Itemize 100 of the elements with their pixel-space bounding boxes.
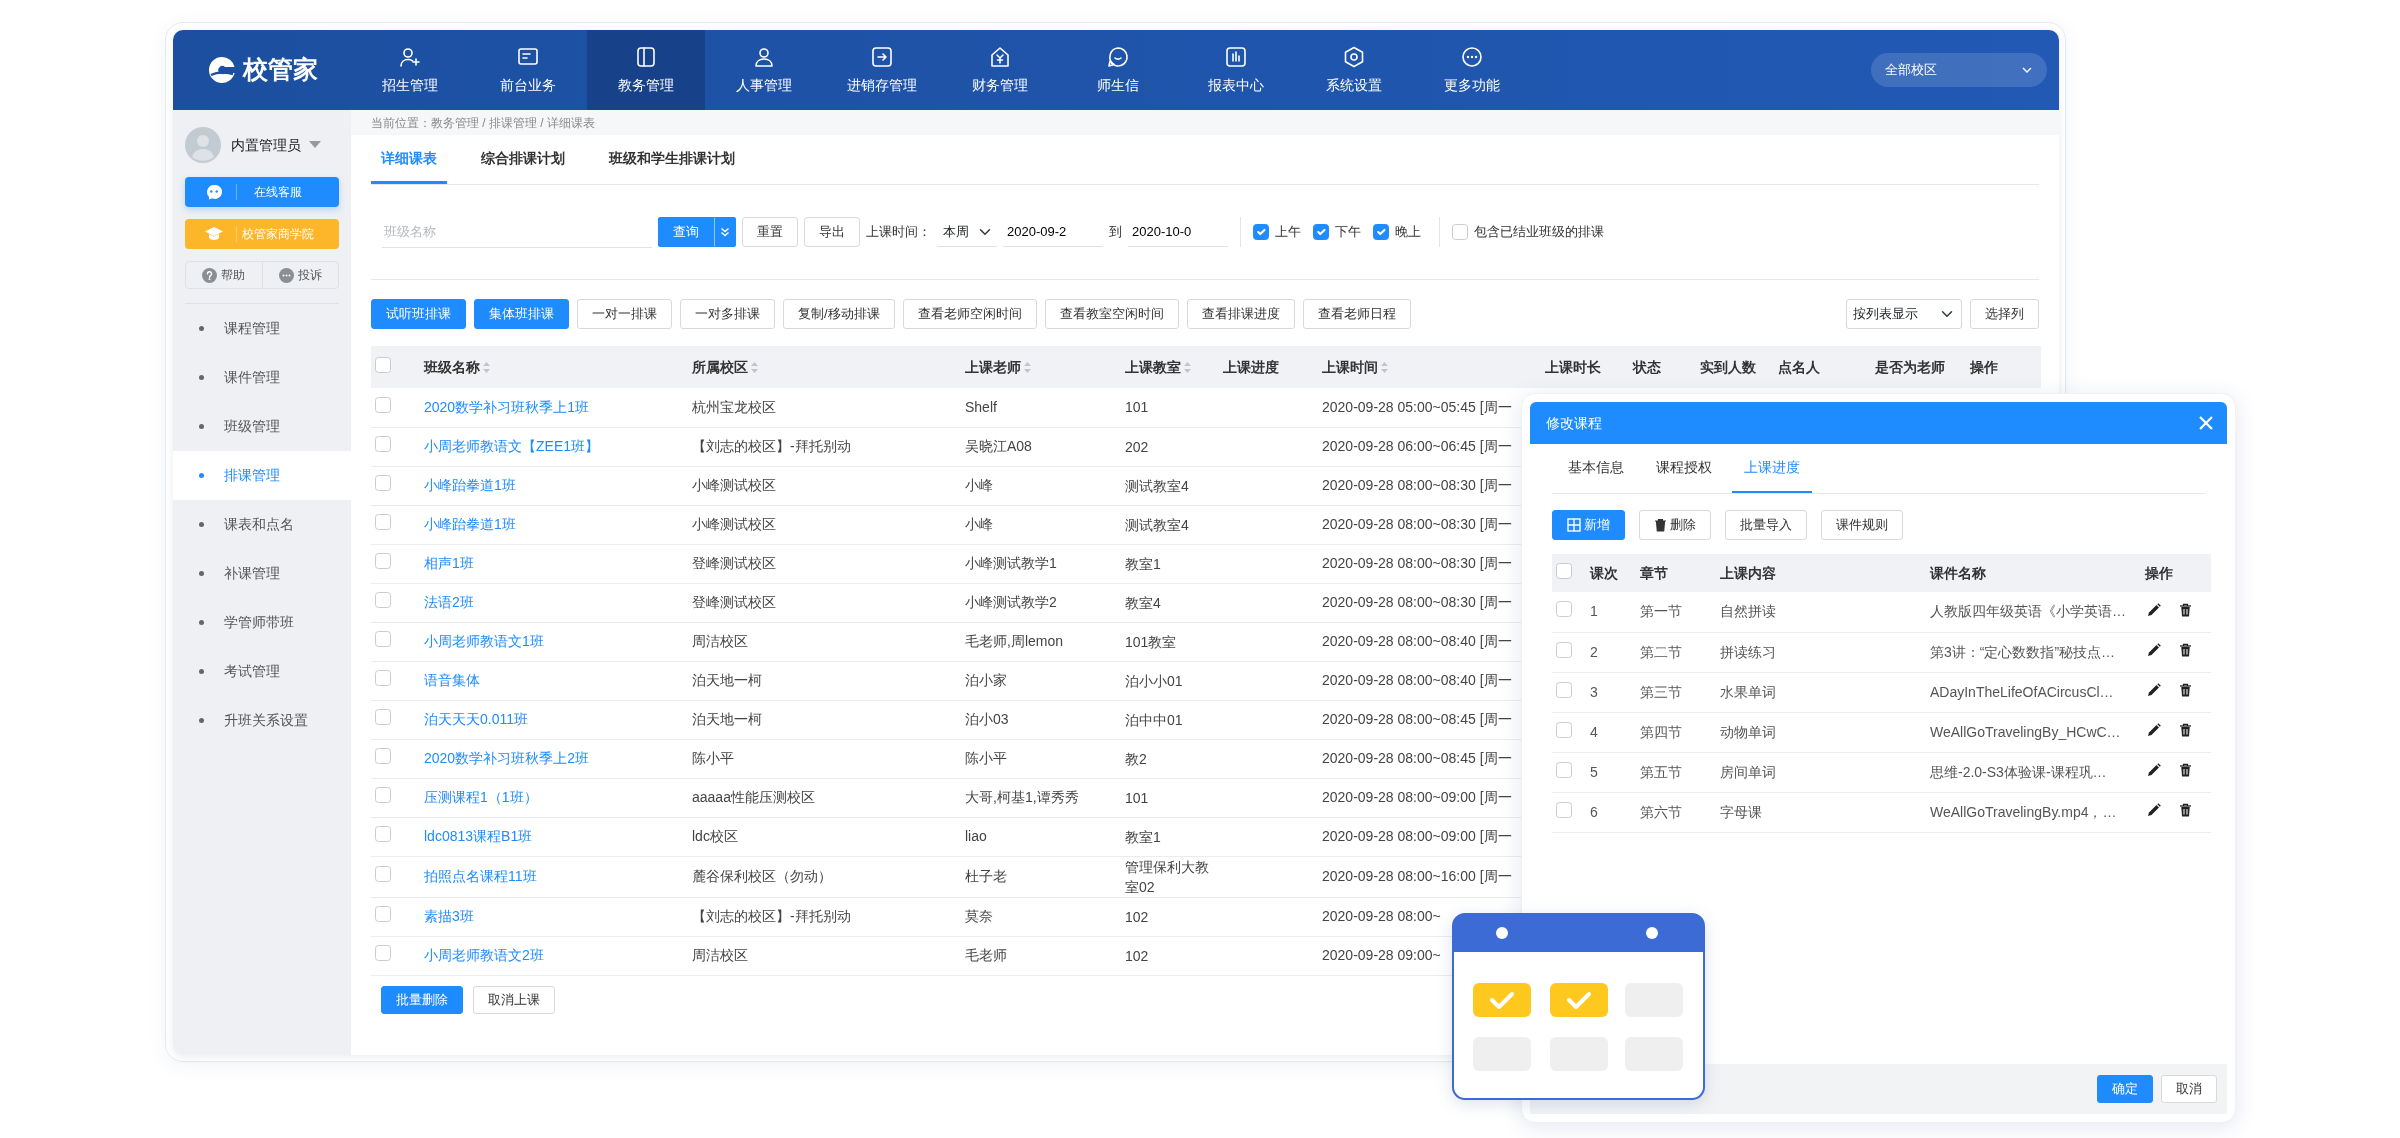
view-select[interactable]: 按列表显示 — [1846, 299, 1962, 329]
checkbox[interactable] — [375, 906, 391, 922]
checkbox[interactable] — [375, 670, 391, 686]
class-link[interactable]: ldc0813课程B1班 — [424, 828, 533, 844]
reset-button[interactable]: 重置 — [742, 217, 798, 247]
edit-button[interactable] — [2145, 801, 2163, 819]
class-link[interactable]: 素描3班 — [424, 908, 474, 924]
column-header[interactable]: 上课老师 — [965, 356, 1031, 378]
nav-item[interactable]: 招生管理 — [351, 30, 469, 110]
class-link[interactable]: 小周老师教语文1班 — [424, 633, 544, 649]
action-button[interactable]: 查看教室空闲时间 — [1044, 299, 1179, 329]
action-button[interactable]: 一对多排课 — [680, 299, 775, 329]
checkbox[interactable] — [375, 826, 391, 842]
class-link[interactable]: 2020数学补习班秋季上2班 — [424, 750, 589, 766]
class-link[interactable]: 2020数学补习班秋季上1班 — [424, 398, 589, 415]
tab[interactable]: 课程授权 — [1644, 444, 1724, 493]
sidebar-item[interactable]: 班级管理 — [173, 402, 351, 451]
checkbox[interactable] — [1373, 224, 1389, 240]
nav-item[interactable]: 报表中心 — [1177, 30, 1295, 110]
edit-button[interactable] — [2145, 600, 2163, 619]
action-button[interactable]: 查看老师空闲时间 — [902, 299, 1037, 329]
user-menu[interactable]: 内置管理员 — [231, 134, 321, 156]
column-header[interactable]: 状态 — [1633, 356, 1661, 378]
nav-item[interactable]: 教务管理 — [587, 30, 705, 110]
checkbox[interactable] — [1556, 801, 1572, 818]
class-link[interactable]: 小峰跆拳道1班 — [424, 477, 516, 493]
column-header[interactable]: 上课时间 — [1322, 356, 1388, 378]
checkbox-label[interactable]: 包含已结业班级的排课 — [1474, 222, 1604, 242]
tab[interactable]: 班级和学生排课计划 — [599, 135, 745, 184]
class-link[interactable]: 法语2班 — [424, 594, 474, 610]
sidebar-item[interactable]: 课表和点名 — [173, 500, 351, 549]
class-link[interactable]: 拍照点名课程11班 — [424, 868, 537, 884]
checkbox[interactable] — [1556, 761, 1572, 778]
checkbox[interactable] — [1452, 224, 1468, 240]
action-button[interactable]: 查看排课进度 — [1186, 299, 1295, 329]
delete-button[interactable] — [2177, 721, 2194, 739]
checkbox-label[interactable]: 晚上 — [1395, 222, 1421, 242]
checkbox[interactable] — [375, 592, 391, 608]
export-button[interactable]: 导出 — [804, 217, 860, 247]
sidebar-item[interactable]: 考试管理 — [173, 647, 351, 696]
help-button[interactable]: 帮助 — [186, 262, 262, 288]
nav-item[interactable]: 更多功能 — [1413, 30, 1531, 110]
edit-button[interactable] — [2145, 681, 2163, 699]
column-header[interactable]: 所属校区 — [692, 356, 758, 378]
column-header[interactable]: 实到人数 — [1700, 356, 1756, 378]
checkbox[interactable] — [375, 631, 391, 647]
sidebar-item[interactable]: 排课管理 — [173, 451, 351, 500]
checkbox[interactable] — [375, 866, 391, 882]
sidebar-item[interactable]: 课程管理 — [173, 304, 351, 353]
action-button[interactable]: 复制/移动排课 — [783, 299, 895, 329]
bulk-action-button[interactable]: 取消上课 — [473, 985, 555, 1014]
checkbox[interactable] — [1556, 721, 1572, 738]
column-header[interactable]: 上课教室 — [1125, 356, 1191, 378]
checkbox[interactable] — [375, 396, 391, 413]
action-button[interactable]: 一对一排课 — [577, 299, 672, 329]
checkbox[interactable] — [1556, 681, 1572, 698]
class-link[interactable]: 小峰跆拳道1班 — [424, 516, 516, 532]
class-link[interactable]: 相声1班 — [424, 555, 474, 571]
checkbox[interactable] — [1313, 224, 1329, 240]
sidebar-item[interactable]: 补课管理 — [173, 549, 351, 598]
checkbox[interactable] — [1253, 224, 1269, 240]
nav-item[interactable]: 师生信 — [1059, 30, 1177, 110]
tab[interactable]: 基本信息 — [1556, 444, 1636, 493]
tab[interactable]: 上课进度 — [1732, 444, 1812, 493]
cancel-button[interactable]: 取消 — [2161, 1075, 2217, 1103]
column-header[interactable]: 班级名称 — [424, 356, 490, 378]
checkbox[interactable] — [375, 709, 391, 725]
checkbox[interactable] — [375, 748, 391, 764]
checkbox-label[interactable]: 上午 — [1275, 222, 1301, 242]
checkbox[interactable] — [375, 356, 391, 373]
sidebar-item[interactable]: 课件管理 — [173, 353, 351, 402]
column-header[interactable]: 上课时长 — [1545, 356, 1601, 378]
sidebar-item[interactable]: 升班关系设置 — [173, 696, 351, 745]
checkbox[interactable] — [1556, 601, 1572, 618]
sidebar-item[interactable]: 学管师带班 — [173, 598, 351, 647]
campus-select[interactable]: 全部校区 — [1871, 53, 2047, 87]
class-link[interactable]: 小周老师教语文【ZEE1班】 — [424, 438, 599, 454]
nav-item[interactable]: 人事管理 — [705, 30, 823, 110]
delete-button[interactable]: 删除 — [1639, 510, 1711, 540]
checkbox-label[interactable]: 下午 — [1335, 222, 1361, 242]
checkbox[interactable] — [375, 475, 391, 491]
choose-columns-button[interactable]: 选择列 — [1970, 299, 2039, 329]
checkbox[interactable] — [375, 436, 391, 452]
delete-button[interactable] — [2177, 641, 2194, 659]
toolbar-button[interactable]: 批量导入 — [1725, 510, 1807, 540]
tab[interactable]: 综合排课计划 — [471, 135, 575, 184]
toolbar-button[interactable]: 课件规则 — [1821, 510, 1903, 540]
checkbox[interactable] — [1556, 562, 1572, 579]
column-header[interactable]: 上课进度 — [1223, 356, 1279, 378]
nav-item[interactable]: 进销存管理 — [823, 30, 941, 110]
delete-button[interactable] — [2177, 761, 2194, 779]
column-header[interactable]: 操作 — [1970, 356, 1998, 378]
action-button[interactable]: 查看老师日程 — [1302, 299, 1411, 329]
checkbox[interactable] — [375, 553, 391, 569]
class-link[interactable]: 泊天天天0.011班 — [424, 711, 528, 727]
complaint-button[interactable]: 投诉 — [261, 262, 338, 288]
nav-item[interactable]: 财务管理 — [941, 30, 1059, 110]
delete-button[interactable] — [2177, 801, 2194, 819]
column-header[interactable]: 点名人 — [1778, 356, 1820, 378]
class-link[interactable]: 压测课程1（1班） — [424, 789, 538, 805]
